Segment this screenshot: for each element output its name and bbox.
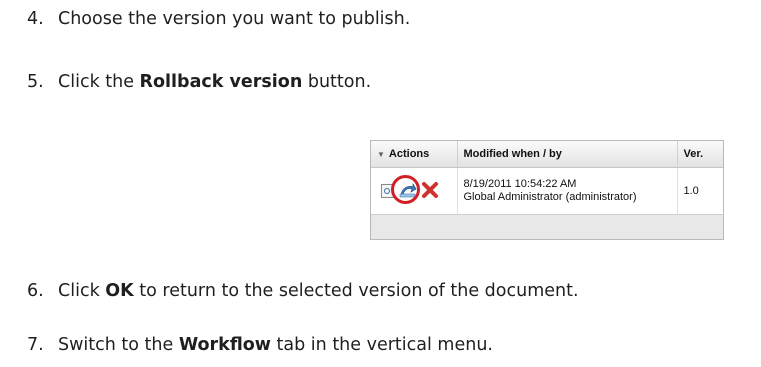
actions-cell	[371, 167, 458, 215]
step-text: Choose the version you want to publish.	[58, 9, 411, 29]
step-number: 5.	[27, 72, 44, 92]
step-text: Click the	[58, 72, 140, 92]
version-cell: 1.0	[677, 167, 723, 215]
step-number: 7.	[27, 335, 44, 355]
step-text-end: button.	[302, 72, 372, 92]
modified-when: 8/19/2011 10:54:22 AM	[463, 178, 577, 190]
version-history-table: ▼ Actions Modified when / by Ver. 8/19/2…	[370, 140, 724, 240]
step-4: 4. Choose the version you want to publish…	[27, 8, 410, 30]
step-number: 4.	[27, 9, 44, 29]
version-header[interactable]: Ver.	[677, 141, 723, 168]
step-bold-text: Rollback version	[139, 72, 303, 92]
step-5: 5. Click the Rollback version button.	[27, 71, 371, 93]
step-text: Click	[58, 281, 106, 301]
step-number: 6.	[27, 281, 44, 301]
step-bold-text: Workflow	[178, 335, 271, 355]
step-text-end: to return to the selected version of the…	[133, 281, 579, 301]
modified-cell: 8/19/2011 10:54:22 AM Global Administrat…	[457, 167, 678, 215]
table-footer	[371, 215, 723, 239]
step-bold-text: OK	[105, 281, 134, 301]
step-text: Switch to the	[58, 335, 179, 355]
step-text-end: tab in the vertical menu.	[270, 335, 493, 355]
actions-header-label: Actions	[388, 148, 430, 160]
table-row: 8/19/2011 10:54:22 AM Global Administrat…	[371, 167, 723, 215]
modified-by: Global Administrator (administrator)	[463, 191, 637, 203]
delete-icon[interactable]	[421, 181, 439, 199]
actions-header[interactable]: ▼ Actions	[371, 141, 458, 168]
step-7: 7. Switch to the Workflow tab in the vert…	[27, 334, 493, 356]
rollback-highlight-ring	[391, 175, 420, 204]
modified-header[interactable]: Modified when / by	[457, 141, 678, 168]
sort-arrow-icon[interactable]: ▼	[377, 150, 385, 159]
step-6: 6. Click OK to return to the selected ver…	[27, 280, 579, 302]
